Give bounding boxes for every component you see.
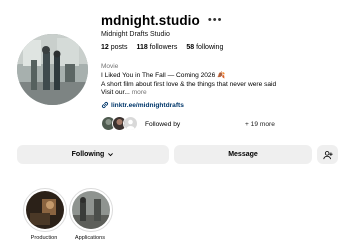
stat-posts-count: 12 [101, 44, 109, 51]
profile-photo [17, 34, 88, 105]
profile-link-text: linktr.ee/midnightdrafts [111, 101, 184, 109]
profile-username: mdnight.studio [101, 13, 200, 28]
default-avatar-icon [124, 117, 137, 130]
follower-avatar [123, 116, 138, 131]
bio-line-truncated: Visit our... more [101, 89, 339, 98]
profile-bio: I Liked You in The Fall — Coming 2026 🍂 … [101, 72, 339, 98]
followed-by-avatars[interactable] [101, 116, 138, 131]
profile-avatar[interactable] [17, 34, 88, 105]
highlight-label: Production [30, 235, 58, 241]
stat-posts[interactable]: 12 posts [101, 44, 127, 51]
highlight-applications[interactable]: Applications [69, 188, 113, 241]
stat-following-label: following [196, 44, 224, 51]
message-button[interactable]: Message [174, 145, 312, 164]
bio-line: A short film about first love & the thin… [101, 80, 277, 88]
bio-line: I Liked You in The Fall — Coming 2026 🍂 [101, 72, 226, 79]
highlight-photo [72, 191, 110, 229]
profile-external-link[interactable]: linktr.ee/midnightdrafts [101, 101, 184, 109]
stat-followers[interactable]: 118 followers [136, 44, 177, 51]
stat-following-count: 58 [186, 44, 195, 51]
profile-stats: 12 posts 118 followers 58 following [101, 44, 223, 51]
suggested-people-button[interactable] [317, 145, 338, 164]
message-button-label: Message [228, 151, 258, 158]
stat-following[interactable]: 58 following [186, 44, 223, 51]
following-button-label: Following [71, 151, 105, 158]
followed-by-label: Followed by [145, 121, 181, 128]
highlight-cover [26, 191, 64, 229]
profile-category: Movie [101, 63, 119, 70]
stat-followers-label: followers [149, 44, 178, 51]
add-person-icon [322, 150, 333, 159]
stat-followers-count: 118 [136, 44, 148, 51]
stat-posts-label: posts [110, 44, 128, 51]
following-button[interactable]: Following [17, 145, 169, 164]
highlight-photo [26, 191, 64, 229]
chevron-down-icon [108, 153, 114, 157]
profile-full-name: Midnight Drafts Studio [101, 31, 170, 38]
highlight-label: Applications [74, 235, 106, 241]
link-icon [102, 102, 108, 108]
highlight-cover [72, 191, 110, 229]
highlight-ring [23, 188, 67, 232]
bio-line: Visit our... [101, 89, 130, 96]
highlight-ring [69, 188, 113, 232]
highlight-production[interactable]: Production [23, 188, 67, 241]
bio-more-link[interactable]: more [132, 89, 147, 96]
more-options-icon[interactable]: ••• [208, 15, 223, 26]
followed-by-more[interactable]: + 19 more [245, 121, 275, 128]
